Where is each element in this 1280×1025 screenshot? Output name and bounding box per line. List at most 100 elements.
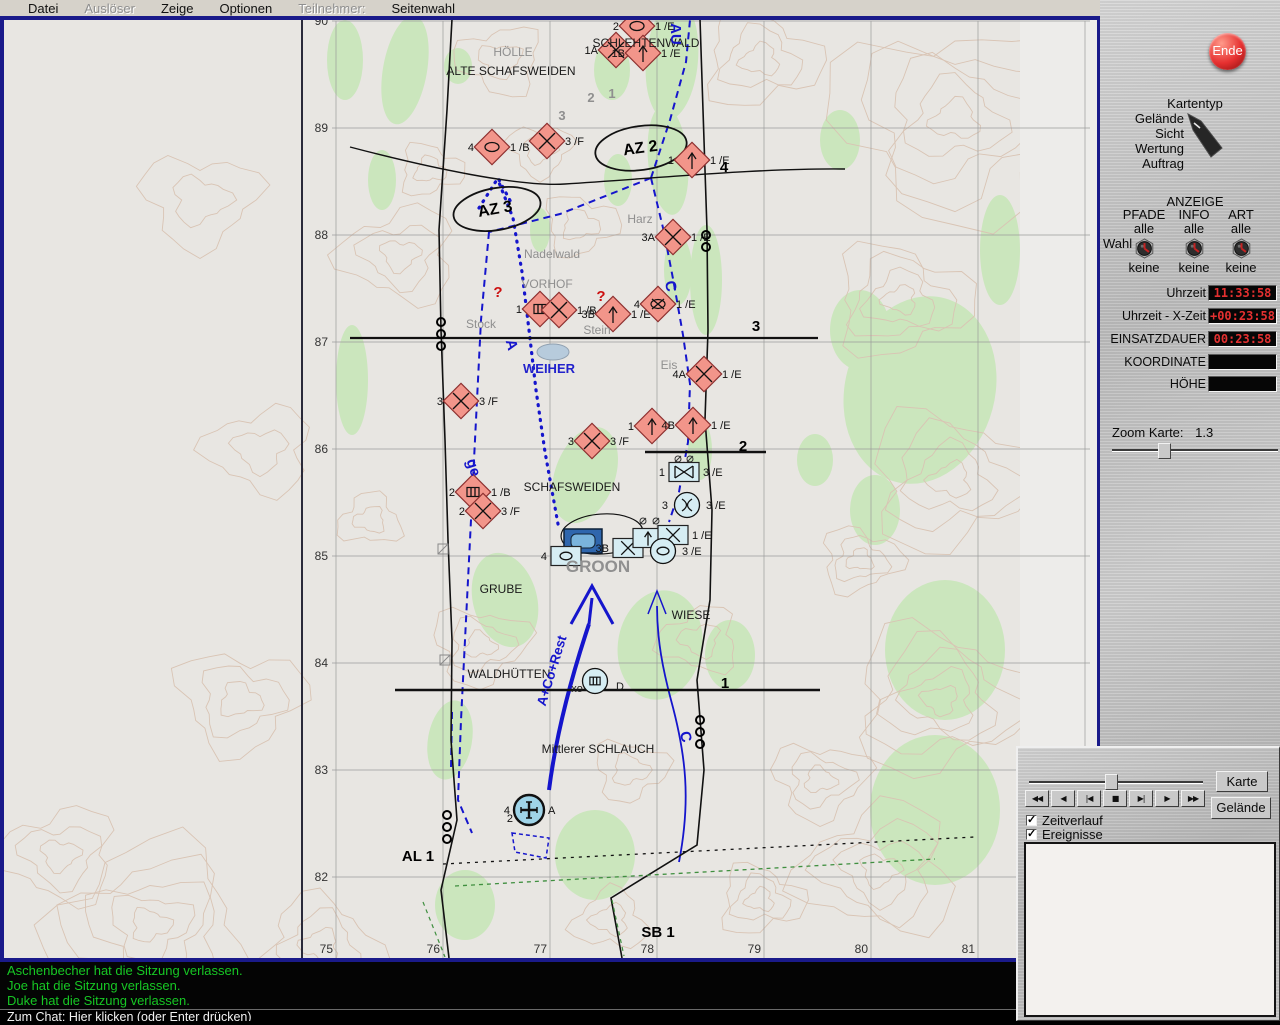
grid-row-label: 87: [315, 335, 329, 349]
chat-log[interactable]: Aschenbecher hat die Sitzung verlassen. J…: [0, 962, 1016, 1009]
chat-message: Duke hat die Sitzung verlassen.: [7, 993, 190, 1008]
menu-item-optionen[interactable]: Optionen: [219, 1, 272, 16]
unit-designation: 2: [459, 506, 465, 518]
display-row-höhe: HÖHE: [1100, 376, 1280, 392]
map-label: SB 1: [641, 924, 674, 941]
display-label: HÖHE: [1169, 377, 1206, 391]
map-label: AL 1: [402, 848, 434, 865]
unit-designation: 1: [659, 467, 665, 479]
zoom-karte-slider[interactable]: [1112, 443, 1278, 459]
anzeige-keine-label: keine: [1225, 260, 1257, 275]
grid-col-label: 77: [534, 942, 548, 956]
display-label: KOORDINATE: [1124, 355, 1206, 369]
unit-designation: 1: [516, 304, 522, 316]
checkbox-ereignisse[interactable]: Ereignisse: [1026, 827, 1103, 842]
unit-designation: 1 /E: [692, 530, 712, 542]
display-row-einsatzdauer: EINSATZDAUER 00:23:58: [1100, 331, 1280, 347]
kartentyp-options: Gelände Sicht Wertung Auftrag: [1100, 111, 1184, 171]
unit-designation: 3: [568, 436, 574, 448]
timeline-slider[interactable]: [1029, 774, 1203, 790]
unit-designation: 3B: [596, 543, 609, 555]
unit-designation: 1: [668, 155, 674, 167]
tactical-map[interactable]: 90 89 88 87 86 85 84 83 82 75 76 77 78 79 80 81 2 1 /E 1 A 1…: [4, 20, 1097, 958]
unit-designation: 1 /E: [691, 232, 711, 244]
unit-designation: 3: [437, 396, 443, 408]
map-label: WIESE: [672, 608, 711, 622]
play-button[interactable]: ▶: [1155, 790, 1179, 807]
unit-designation: 2: [449, 487, 455, 499]
step-forward-button[interactable]: ▶|: [1129, 790, 1153, 807]
map-content: 90 89 88 87 86 85 84 83 82 75 76 77 78 79 80 81 2 1 /E 1 A 1…: [4, 20, 1097, 958]
kartentyp-title: Kartentyp: [1167, 96, 1223, 111]
unit-designation: 1: [628, 421, 634, 433]
anzeige-alle-label: alle: [1133, 221, 1155, 236]
step-back-button[interactable]: |◀: [1077, 790, 1101, 807]
unit-designation: 1 /B: [510, 142, 530, 154]
rotary-knob-icon[interactable]: [1231, 238, 1252, 259]
kartentyp-option-gelnde[interactable]: Gelände: [1100, 111, 1184, 126]
zoom-slider-track: [1112, 449, 1278, 452]
map-label: Stein: [583, 323, 610, 337]
display-value: [1208, 376, 1277, 392]
map-label: SCHAFSWEIDEN: [524, 480, 621, 494]
unit-designation: 2: [507, 813, 513, 825]
event-list[interactable]: [1024, 842, 1276, 1017]
grid-row-label: 86: [315, 442, 329, 456]
map-label: 2: [739, 438, 747, 455]
zoom-karte-value: 1.3: [1195, 425, 1214, 440]
unit-designation: 1 /E: [711, 420, 731, 432]
playback-buttons: ◀◀ ◀ |◀ ■ ▶| ▶ ▶▶: [1025, 790, 1205, 807]
friendly-unit[interactable]: [581, 667, 609, 695]
unit-designation: 1 /E: [676, 299, 696, 311]
grid-row-label: 90: [315, 20, 329, 28]
menu-item-datei[interactable]: Datei: [28, 1, 58, 16]
checkbox-zeitverlauf[interactable]: Zeitverlauf: [1026, 813, 1103, 828]
display-value: +00:23:58: [1208, 308, 1277, 324]
fast-forward-button[interactable]: ▶▶: [1181, 790, 1205, 807]
kartentyp-option-wertung[interactable]: Wertung: [1100, 141, 1184, 156]
anzeige-col-title: PFADE: [1122, 207, 1166, 222]
kartentyp-option-auftrag[interactable]: Auftrag: [1100, 156, 1184, 171]
rotary-knob-icon[interactable]: [1184, 238, 1205, 259]
map-window[interactable]: 90 89 88 87 86 85 84 83 82 75 76 77 78 79 80 81 2 1 /E 1 A 1…: [0, 16, 1101, 962]
map-label: 1: [721, 675, 729, 692]
map-label: 1: [608, 86, 615, 101]
display-label: Uhrzeit - X-Zeit: [1121, 309, 1206, 323]
rotary-knob-icon[interactable]: [1134, 238, 1155, 259]
chat-message: Joe hat die Sitzung verlassen.: [7, 978, 181, 993]
map-label: HÖLLE: [493, 45, 532, 59]
map-label: Mittlerer SCHLAUCH: [542, 742, 655, 756]
grid-col-label: 80: [855, 942, 869, 956]
unit-designation: 3 /E: [706, 500, 726, 512]
grid-col-label: 76: [427, 942, 441, 956]
checkbox-box[interactable]: [1026, 813, 1037, 826]
back-button[interactable]: ◀: [1051, 790, 1075, 807]
anzeige-col-title: ART: [1228, 207, 1254, 222]
unit-designation: 3A: [642, 232, 656, 244]
map-label: 2: [587, 90, 594, 105]
stop-button[interactable]: ■: [1103, 790, 1127, 807]
checkbox-box[interactable]: [1026, 827, 1037, 840]
grid-row-label: 84: [315, 656, 329, 670]
ende-button[interactable]: Ende: [1209, 33, 1246, 70]
map-type-pen-icon: [1187, 113, 1223, 158]
menu-item-zeige[interactable]: Zeige: [161, 1, 194, 16]
display-label: EINSATZDAUER: [1110, 332, 1206, 346]
rewind-button[interactable]: ◀◀: [1025, 790, 1049, 807]
kartentyp-option-sicht[interactable]: Sicht: [1100, 126, 1184, 141]
gelaende-button[interactable]: Gelände: [1211, 797, 1271, 819]
menu-item-seitenwahl[interactable]: Seitenwahl: [391, 1, 455, 16]
karte-button[interactable]: Karte: [1216, 771, 1268, 792]
map-label: ?: [596, 288, 605, 305]
map-label: GROON: [566, 557, 630, 576]
display-row-koordinate: KOORDINATE: [1100, 354, 1280, 370]
checkbox-label: Ereignisse: [1042, 827, 1103, 842]
map-label: Nadelwald: [524, 247, 580, 261]
grid-col-label: 79: [748, 942, 762, 956]
grid-row-label: 83: [315, 763, 329, 777]
anzeige-column-info: INFO alle keine: [1170, 207, 1218, 275]
chat-message: Aschenbecher hat die Sitzung verlassen.: [7, 963, 243, 978]
timeline-slider-thumb[interactable]: [1105, 774, 1118, 790]
unit-designation: 3 /F: [479, 396, 498, 408]
zoom-slider-thumb[interactable]: [1158, 443, 1171, 459]
